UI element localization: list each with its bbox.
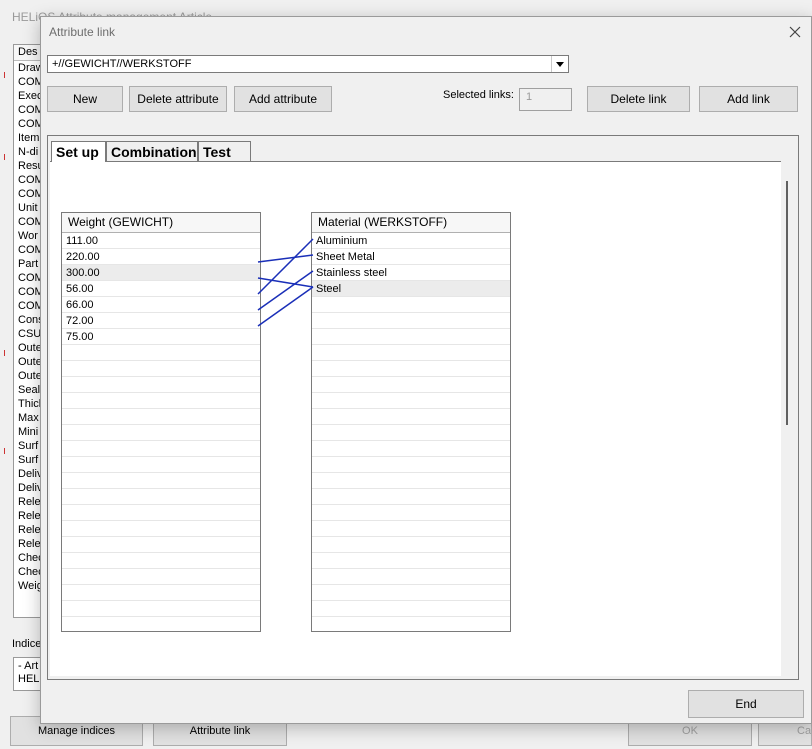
material-list-item[interactable]	[312, 345, 510, 361]
weight-list-item[interactable]: 66.00	[62, 297, 260, 313]
scrollbar-thumb[interactable]	[786, 181, 788, 425]
tab-test[interactable]: Test	[198, 141, 251, 161]
material-list-item[interactable]	[312, 393, 510, 409]
indices-label: Indice	[12, 638, 42, 650]
weight-list-item[interactable]: 220.00	[62, 249, 260, 265]
weight-list-item[interactable]: 300.00	[62, 265, 260, 281]
material-list-item[interactable]	[312, 473, 510, 489]
material-list-header: Material (WERKSTOFF)	[312, 213, 510, 233]
weight-list-item[interactable]	[62, 409, 260, 425]
material-list-item[interactable]	[312, 601, 510, 617]
weight-list[interactable]: Weight (GEWICHT) 111.00 220.00 300.00 56.00…	[61, 212, 261, 632]
weight-list-item[interactable]	[62, 521, 260, 537]
weight-list-item[interactable]	[62, 585, 260, 601]
weight-list-item[interactable]	[62, 377, 260, 393]
end-button[interactable]: End	[688, 690, 804, 718]
dialog-title: Attribute link	[49, 25, 116, 39]
weight-list-item[interactable]	[62, 425, 260, 441]
material-list-item[interactable]: Sheet Metal	[312, 249, 510, 265]
weight-list-item[interactable]	[62, 441, 260, 457]
add-attribute-button[interactable]: Add attribute	[234, 86, 332, 112]
weight-list-rows: 111.00 220.00 300.00 56.00 66.00 72.00 75.00	[62, 233, 260, 631]
material-list-item[interactable]	[312, 537, 510, 553]
material-list-item[interactable]	[312, 297, 510, 313]
material-list-item[interactable]	[312, 329, 510, 345]
indices-box[interactable]: - Art HEL	[13, 657, 43, 691]
weight-list-item[interactable]	[62, 617, 260, 631]
weight-list-item[interactable]: 56.00	[62, 281, 260, 297]
weight-list-item[interactable]	[62, 505, 260, 521]
new-button[interactable]: New	[47, 86, 123, 112]
weight-list-item[interactable]	[62, 393, 260, 409]
tab-combination[interactable]: Combination	[106, 141, 198, 161]
material-list-item[interactable]: Aluminium	[312, 233, 510, 249]
indices-line: - Art	[18, 660, 39, 672]
material-list-item[interactable]: Steel	[312, 281, 510, 297]
add-link-button[interactable]: Add link	[699, 86, 798, 112]
material-list-item[interactable]: Stainless steel	[312, 265, 510, 281]
material-list-item[interactable]	[312, 553, 510, 569]
material-list-rows: Aluminium Sheet Metal Stainless steel Steel	[312, 233, 510, 631]
error-marker	[4, 350, 8, 356]
error-marker	[4, 154, 8, 160]
weight-list-item[interactable]	[62, 345, 260, 361]
weight-list-item[interactable]	[62, 537, 260, 553]
attribute-select[interactable]: +//GEWICHT//WERKSTOFF	[47, 55, 569, 73]
delete-attribute-button[interactable]: Delete attribute	[129, 86, 227, 112]
weight-list-item[interactable]: 111.00	[62, 233, 260, 249]
weight-list-item[interactable]: 72.00	[62, 313, 260, 329]
material-list-item[interactable]	[312, 409, 510, 425]
material-list-item[interactable]	[312, 377, 510, 393]
selected-links-label: Selected links:	[443, 89, 514, 101]
weight-list-item[interactable]	[62, 601, 260, 617]
indices-line: HEL	[18, 673, 40, 685]
attribute-select-value: +//GEWICHT//WERKSTOFF	[52, 58, 192, 70]
material-list-item[interactable]	[312, 585, 510, 601]
weight-list-item[interactable]: 75.00	[62, 329, 260, 345]
weight-list-item[interactable]	[62, 457, 260, 473]
material-list-item[interactable]	[312, 569, 510, 585]
weight-list-item[interactable]	[62, 553, 260, 569]
material-list-item[interactable]	[312, 441, 510, 457]
error-marker	[4, 72, 8, 78]
weight-list-item[interactable]	[62, 489, 260, 505]
material-list-item[interactable]	[312, 617, 510, 631]
close-icon[interactable]	[779, 17, 811, 47]
material-list-item[interactable]	[312, 361, 510, 377]
chevron-down-icon[interactable]	[551, 56, 568, 72]
weight-list-item[interactable]	[62, 361, 260, 377]
tab-set-up[interactable]: Set up	[51, 141, 106, 162]
selected-links-field: 1	[519, 88, 572, 111]
material-list-item[interactable]	[312, 505, 510, 521]
material-list-item[interactable]	[312, 425, 510, 441]
material-list-item[interactable]	[312, 457, 510, 473]
vertical-scrollbar[interactable]	[782, 161, 796, 675]
weight-list-item[interactable]	[62, 473, 260, 489]
error-marker	[4, 448, 8, 454]
delete-link-button[interactable]: Delete link	[587, 86, 690, 112]
material-list[interactable]: Material (WERKSTOFF) Aluminium Sheet Meta…	[311, 212, 511, 632]
material-list-item[interactable]	[312, 521, 510, 537]
material-list-item[interactable]	[312, 313, 510, 329]
material-list-item[interactable]	[312, 489, 510, 505]
weight-list-item[interactable]	[62, 569, 260, 585]
weight-list-header: Weight (GEWICHT)	[62, 213, 260, 233]
